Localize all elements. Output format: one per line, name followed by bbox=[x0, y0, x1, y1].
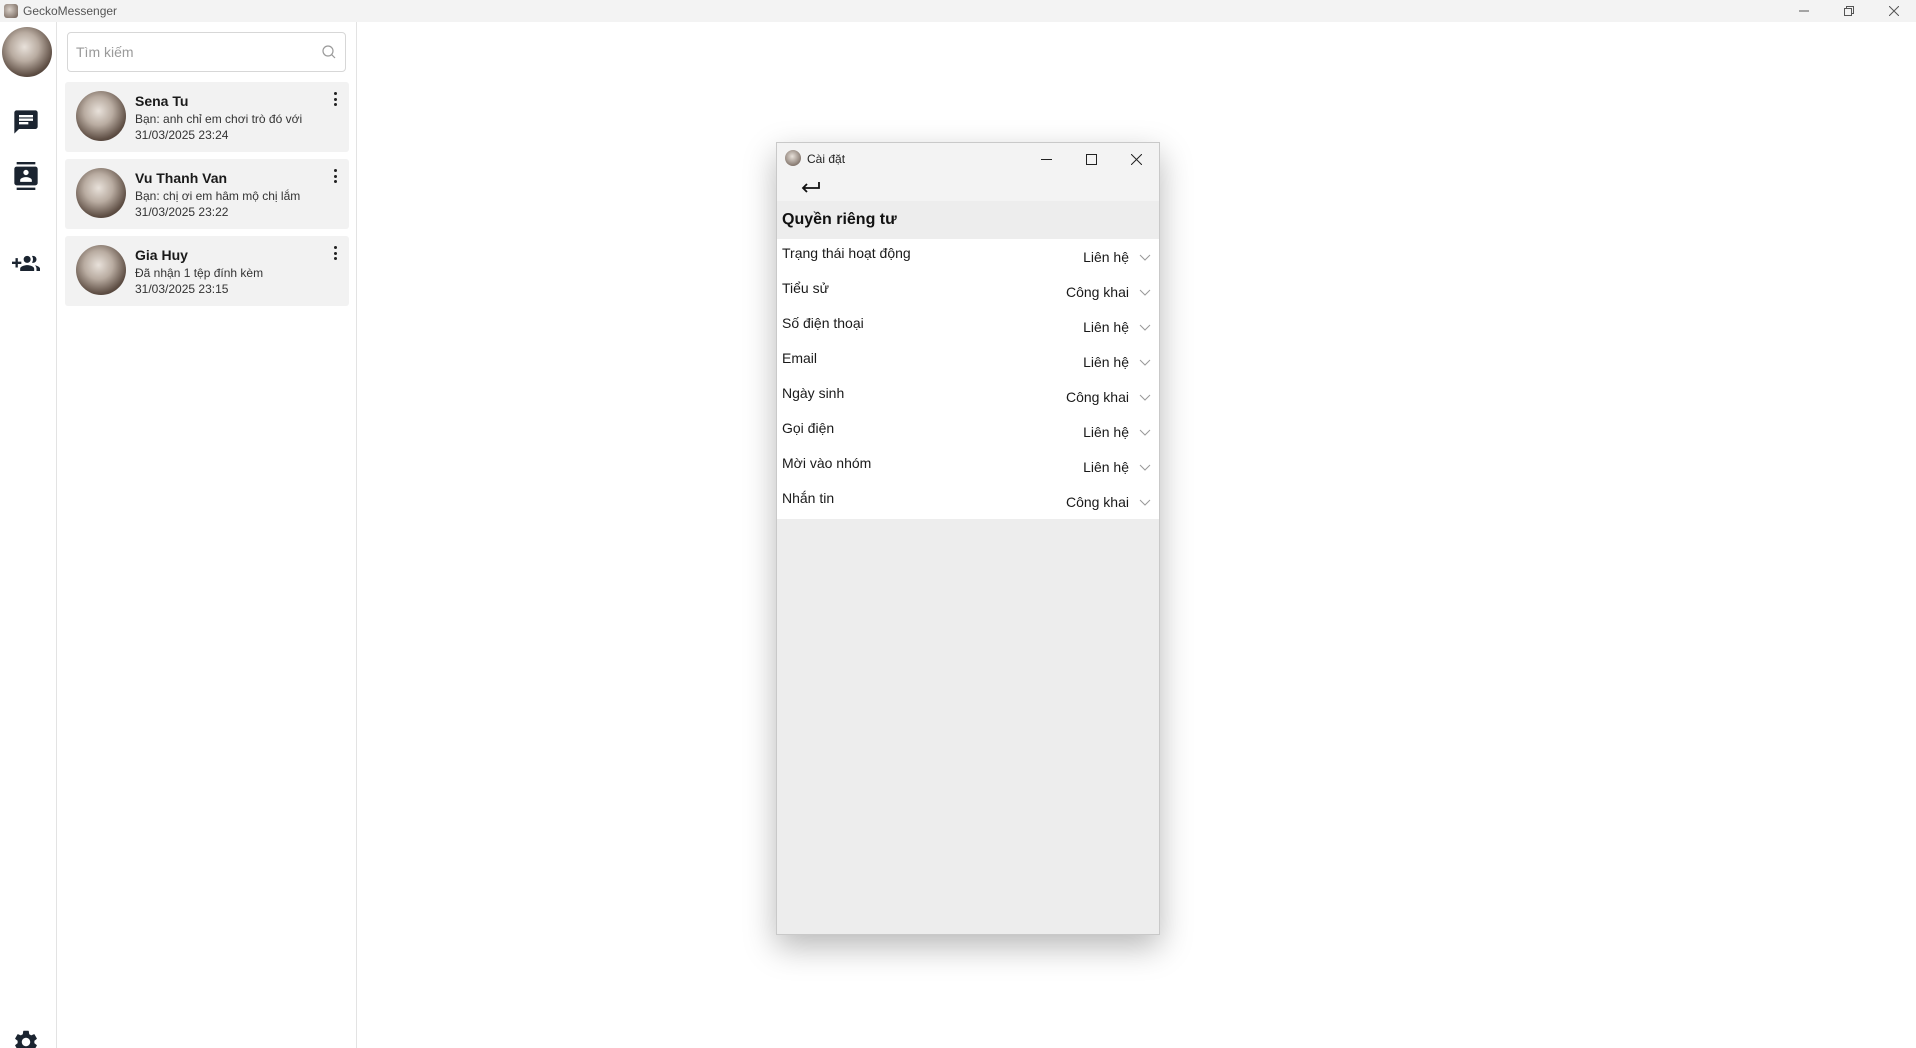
conversation-last-message: Bạn: anh chỉ em chơi trò đó với bbox=[135, 112, 303, 126]
app-title: GeckoMessenger bbox=[23, 4, 118, 18]
setting-label: Email bbox=[782, 350, 818, 366]
close-icon[interactable] bbox=[1114, 143, 1159, 175]
dialog-toolbar bbox=[777, 175, 1159, 201]
conversation-time: 31/03/2025 23:22 bbox=[135, 205, 229, 219]
dialog-titlebar: Cài đặt bbox=[777, 143, 1159, 175]
minimize-icon[interactable] bbox=[1781, 0, 1826, 22]
setting-dropdown-value[interactable]: Liên hệ bbox=[1083, 249, 1129, 265]
setting-label: Số điện thoại bbox=[782, 315, 864, 331]
more-options-icon[interactable] bbox=[329, 167, 341, 185]
search-icon[interactable] bbox=[321, 44, 337, 60]
privacy-row-email: Email Liên hệ bbox=[777, 344, 1159, 379]
close-icon[interactable] bbox=[1871, 0, 1916, 22]
avatar bbox=[76, 91, 126, 141]
privacy-row-messaging: Nhắn tin Công khai bbox=[777, 484, 1159, 519]
setting-label: Ngày sinh bbox=[782, 385, 845, 401]
setting-dropdown-value[interactable]: Công khai bbox=[1066, 284, 1129, 300]
avatar bbox=[76, 168, 126, 218]
app-logo-icon bbox=[4, 4, 18, 18]
chevron-down-icon[interactable] bbox=[1139, 427, 1151, 437]
section-title: Quyền riêng tư bbox=[782, 211, 897, 228]
conversation-list-panel: Sena Tu Bạn: anh chỉ em chơi trò đó với … bbox=[57, 22, 357, 1048]
conversation-item[interactable]: Vu Thanh Van Bạn: chị ơi em hâm mộ chị l… bbox=[65, 159, 349, 229]
dialog-title: Cài đặt bbox=[807, 152, 846, 166]
contacts-icon[interactable] bbox=[0, 154, 52, 198]
setting-label: Mời vào nhóm bbox=[782, 455, 872, 471]
privacy-settings-list: Trạng thái hoạt động Liên hệ Tiểu sử Côn… bbox=[777, 239, 1159, 519]
privacy-row-birthday: Ngày sinh Công khai bbox=[777, 379, 1159, 414]
left-rail bbox=[0, 22, 57, 1048]
setting-dropdown-value[interactable]: Liên hệ bbox=[1083, 424, 1129, 440]
conversation-time: 31/03/2025 23:24 bbox=[135, 128, 229, 142]
gear-icon[interactable] bbox=[0, 1020, 52, 1048]
add-group-icon[interactable] bbox=[0, 242, 52, 286]
conversation-time: 31/03/2025 23:15 bbox=[135, 282, 229, 296]
minimize-icon[interactable] bbox=[1024, 143, 1069, 175]
chevron-down-icon[interactable] bbox=[1139, 252, 1151, 262]
privacy-row-calls: Gọi điện Liên hệ bbox=[777, 414, 1159, 449]
more-options-icon[interactable] bbox=[329, 90, 341, 108]
setting-label: Trạng thái hoạt động bbox=[782, 245, 911, 261]
back-arrow-icon[interactable] bbox=[799, 178, 823, 198]
search-input[interactable] bbox=[68, 33, 308, 71]
chevron-down-icon[interactable] bbox=[1139, 497, 1151, 507]
setting-label: Tiểu sử bbox=[782, 280, 829, 296]
chevron-down-icon[interactable] bbox=[1139, 462, 1151, 472]
avatar bbox=[76, 245, 126, 295]
privacy-row-activity-status: Trạng thái hoạt động Liên hệ bbox=[777, 239, 1159, 274]
maximize-icon[interactable] bbox=[1069, 143, 1114, 175]
privacy-row-bio: Tiểu sử Công khai bbox=[777, 274, 1159, 309]
setting-dropdown-value[interactable]: Công khai bbox=[1066, 494, 1129, 510]
conversation-item[interactable]: Gia Huy Đã nhận 1 tệp đính kèm 31/03/202… bbox=[65, 236, 349, 306]
setting-dropdown-value[interactable]: Liên hệ bbox=[1083, 319, 1129, 335]
chevron-down-icon[interactable] bbox=[1139, 392, 1151, 402]
conversation-last-message: Đã nhận 1 tệp đính kèm bbox=[135, 266, 264, 280]
dialog-window-controls bbox=[1024, 143, 1159, 175]
setting-dropdown-value[interactable]: Công khai bbox=[1066, 389, 1129, 405]
app-logo-icon bbox=[785, 150, 801, 166]
conversation-name: Gia Huy bbox=[135, 247, 188, 263]
setting-label: Nhắn tin bbox=[782, 490, 835, 506]
conversation-name: Vu Thanh Van bbox=[135, 170, 228, 186]
chevron-down-icon[interactable] bbox=[1139, 287, 1151, 297]
privacy-row-phone: Số điện thoại Liên hệ bbox=[777, 309, 1159, 344]
chevron-down-icon[interactable] bbox=[1139, 322, 1151, 332]
chevron-down-icon[interactable] bbox=[1139, 357, 1151, 367]
setting-label: Gọi điện bbox=[782, 420, 835, 436]
conversation-last-message: Bạn: chị ơi em hâm mộ chị lắm bbox=[135, 189, 301, 203]
conversation-name: Sena Tu bbox=[135, 93, 189, 109]
search-box[interactable] bbox=[67, 32, 346, 72]
setting-dropdown-value[interactable]: Liên hệ bbox=[1083, 354, 1129, 370]
more-options-icon[interactable] bbox=[329, 244, 341, 262]
chat-icon[interactable] bbox=[0, 100, 52, 144]
setting-dropdown-value[interactable]: Liên hệ bbox=[1083, 459, 1129, 475]
app-titlebar: GeckoMessenger bbox=[0, 0, 1916, 22]
restore-icon[interactable] bbox=[1826, 0, 1871, 22]
conversation-item[interactable]: Sena Tu Bạn: anh chỉ em chơi trò đó với … bbox=[65, 82, 349, 152]
user-avatar[interactable] bbox=[2, 27, 52, 77]
privacy-row-group-invite: Mời vào nhóm Liên hệ bbox=[777, 449, 1159, 484]
window-controls bbox=[1781, 0, 1916, 22]
settings-dialog: Cài đặt Quyền riêng tư Trạng thái hoạt đ… bbox=[776, 142, 1160, 935]
